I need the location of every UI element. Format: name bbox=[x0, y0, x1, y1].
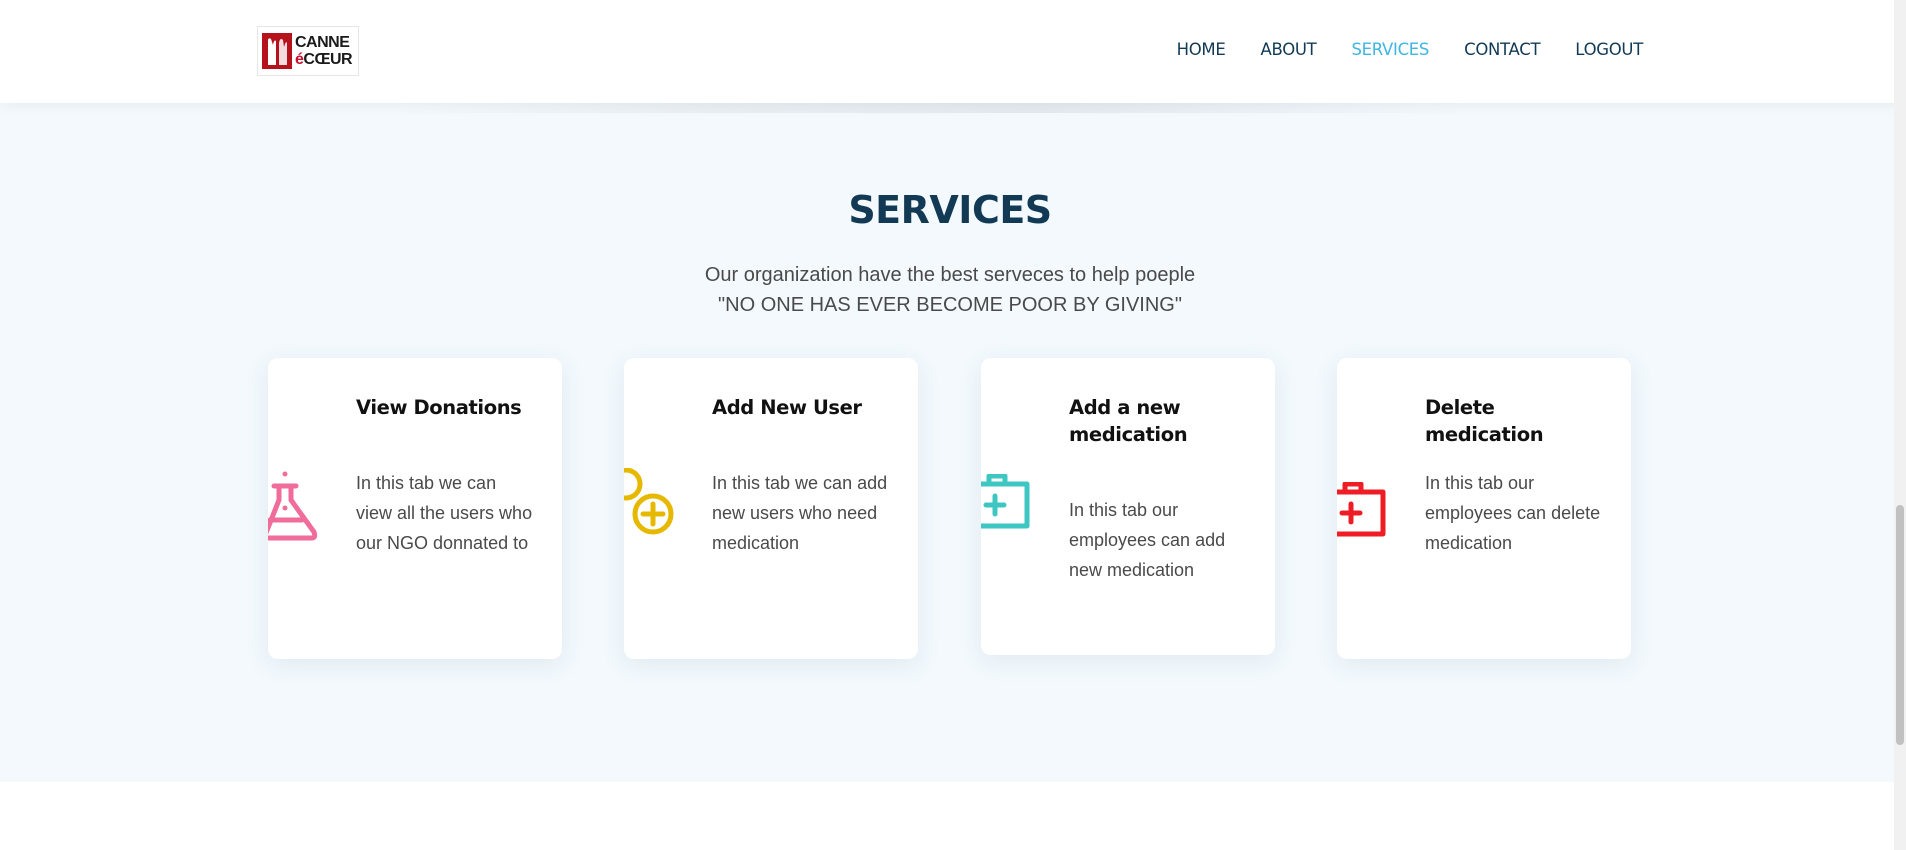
medical-kit-icon bbox=[1337, 482, 1386, 537]
nav-services[interactable]: SERVICES bbox=[1351, 40, 1429, 59]
section-subtitle: Our organization have the best serveces … bbox=[0, 260, 1900, 320]
subtitle-quote: "NO ONE HAS EVER BECOME POOR BY GIVING" bbox=[718, 294, 1182, 316]
page: CANNE éCŒUR HOME ABOUT SERVICES CONTACT … bbox=[0, 0, 1906, 850]
logo-text-line1: CANNE bbox=[295, 34, 350, 51]
service-card-view-donations[interactable]: View Donations In this tab we can view a… bbox=[268, 358, 562, 659]
medical-kit-icon bbox=[981, 474, 1030, 529]
card-title: Add a new medication bbox=[1069, 396, 1188, 446]
nav-logout[interactable]: LOGOUT bbox=[1575, 40, 1643, 59]
nav-home[interactable]: HOME bbox=[1177, 40, 1226, 59]
add-user-icon bbox=[624, 468, 674, 535]
card-title: Add New User bbox=[712, 396, 862, 419]
section-title: SERVICES bbox=[848, 188, 1052, 232]
logo-text-line2: éCŒUR bbox=[295, 51, 353, 68]
card-title: Delete medication bbox=[1425, 396, 1544, 446]
nav-about[interactable]: ABOUT bbox=[1261, 40, 1317, 59]
scrollbar-thumb[interactable] bbox=[1896, 505, 1904, 745]
card-description: In this tab our employees can add new me… bbox=[1069, 500, 1226, 580]
page-scrollbar[interactable] bbox=[1894, 0, 1906, 850]
hero-image-edge bbox=[390, 103, 1470, 113]
site-header: CANNE éCŒUR HOME ABOUT SERVICES CONTACT … bbox=[0, 0, 1906, 103]
subtitle-line1: Our organization have the best serveces … bbox=[704, 264, 1196, 286]
service-card-add-medication[interactable]: Add a new medication In this tab our emp… bbox=[981, 358, 1275, 655]
service-card-add-new-user[interactable]: Add New User In this tab we can add new … bbox=[624, 358, 918, 659]
service-card-delete-medication[interactable]: Delete medication In this tab our employ… bbox=[1337, 358, 1631, 659]
card-title: View Donations bbox=[356, 396, 522, 419]
card-description: In this tab we can view all the users wh… bbox=[356, 473, 533, 553]
nav-contact[interactable]: CONTACT bbox=[1464, 40, 1540, 59]
main-nav: HOME ABOUT SERVICES CONTACT LOGOUT bbox=[1177, 40, 1644, 59]
next-section bbox=[0, 782, 1906, 850]
card-description: In this tab we can add new users who nee… bbox=[712, 473, 888, 553]
card-description: In this tab our employees can delete med… bbox=[1425, 473, 1601, 553]
logo-text: CANNE éCŒUR bbox=[295, 34, 353, 68]
flask-icon bbox=[268, 471, 318, 541]
logo[interactable]: CANNE éCŒUR bbox=[257, 26, 359, 76]
logo-mark-icon bbox=[262, 33, 292, 69]
